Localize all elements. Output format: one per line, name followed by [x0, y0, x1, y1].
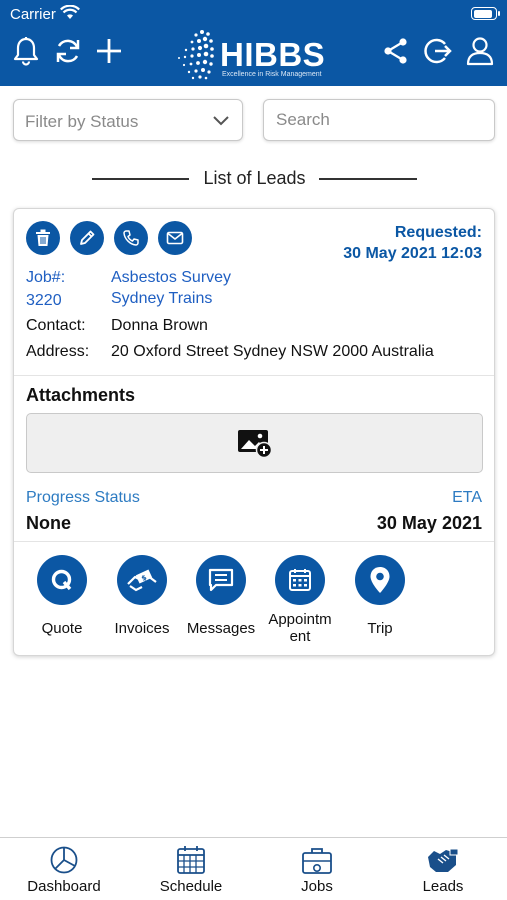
location-pin-icon [355, 555, 405, 605]
job-client[interactable]: Sydney Trains [111, 290, 212, 308]
handshake-icon [388, 844, 498, 876]
address-label: Address: [26, 343, 90, 360]
messages-button[interactable]: Messages [181, 555, 261, 637]
plus-icon[interactable] [94, 36, 124, 66]
status-bar: Carrier [0, 0, 507, 28]
chevron-down-icon [212, 114, 230, 132]
wifi-icon [60, 4, 80, 25]
invoices-button[interactable]: $ Invoices [102, 555, 182, 637]
tab-jobs[interactable]: Jobs [262, 844, 372, 895]
requested-label: Requested: [394, 224, 482, 241]
logout-icon[interactable] [423, 36, 453, 66]
tab-dashboard-label: Dashboard [27, 878, 101, 895]
job-number[interactable]: 3220 [26, 292, 62, 310]
progress-status-value: None [26, 513, 71, 533]
bottom-tab-bar: Dashboard Schedule Jobs Leads [0, 837, 507, 900]
hibbs-logo: HIBBS Excellence in Risk Management [172, 28, 332, 82]
progress-status-label: Progress Status [26, 489, 140, 506]
pie-chart-icon [9, 844, 119, 876]
eta-label: ETA [452, 489, 482, 506]
divider-right [319, 178, 417, 180]
trip-label: Trip [367, 620, 393, 637]
envelope-icon [166, 231, 184, 245]
email-button[interactable] [158, 221, 192, 255]
requested-date: 30 May 2021 12:03 [343, 245, 482, 262]
status-filter-placeholder: Filter by Status [25, 112, 139, 131]
calendar-icon [136, 844, 246, 876]
status-filter-dropdown[interactable]: Filter by Status [13, 99, 243, 141]
trip-button[interactable]: Trip [340, 555, 420, 637]
briefcase-icon [262, 844, 372, 876]
attachments-heading: Attachments [26, 385, 136, 405]
tab-schedule-label: Schedule [159, 878, 223, 895]
edit-button[interactable] [70, 221, 104, 255]
search-input[interactable] [264, 100, 494, 140]
search-field[interactable] [263, 99, 495, 141]
eta-value: 30 May 2021 [376, 513, 482, 533]
refresh-icon[interactable] [53, 36, 83, 66]
tab-leads-label: Leads [422, 878, 464, 895]
battery-icon [471, 7, 500, 20]
card-divider [14, 375, 494, 376]
lead-card: Requested: 30 May 2021 12:03 Job#: 3220 … [13, 208, 495, 656]
list-title-row: List of Leads [92, 168, 417, 190]
tab-dashboard[interactable]: Dashboard [9, 844, 119, 895]
call-button[interactable] [114, 221, 148, 255]
tab-leads[interactable]: Leads [388, 844, 498, 895]
trash-icon [36, 229, 50, 246]
appointment-label: Appointm ent [268, 611, 332, 645]
user-icon[interactable] [465, 36, 495, 66]
appointment-button[interactable]: Appointm ent [260, 555, 340, 645]
tab-jobs-label: Jobs [301, 878, 333, 895]
bell-icon[interactable] [11, 36, 41, 66]
pencil-icon [80, 230, 95, 245]
share-icon[interactable] [381, 36, 411, 66]
carrier-label: Carrier [10, 6, 56, 23]
invoice-icon: $ [117, 555, 167, 605]
message-icon [196, 555, 246, 605]
add-image-icon [237, 430, 272, 459]
contact-value: Donna Brown [111, 317, 208, 334]
phone-icon [123, 230, 139, 246]
quote-label: Quote [41, 620, 83, 637]
messages-label: Messages [186, 620, 256, 637]
job-label: Job#: [26, 269, 66, 286]
quote-icon [37, 555, 87, 605]
app-header: Carrier HIBBS Excellence in Risk Managem… [0, 0, 507, 86]
delete-button[interactable] [26, 221, 60, 255]
brand-name: HIBBS [220, 36, 326, 73]
tab-schedule[interactable]: Schedule [136, 844, 246, 895]
job-title[interactable]: Asbestos Survey [111, 269, 231, 287]
quote-button[interactable]: Quote [22, 555, 102, 637]
calendar-icon [275, 555, 325, 605]
card-divider-2 [14, 541, 494, 542]
brand-tagline: Excellence in Risk Management [222, 71, 322, 78]
add-attachment-button[interactable] [26, 413, 483, 473]
contact-label: Contact: [26, 317, 86, 334]
address-value: 20 Oxford Street Sydney NSW 2000 Austral… [111, 343, 434, 360]
invoices-label: Invoices [114, 620, 170, 637]
